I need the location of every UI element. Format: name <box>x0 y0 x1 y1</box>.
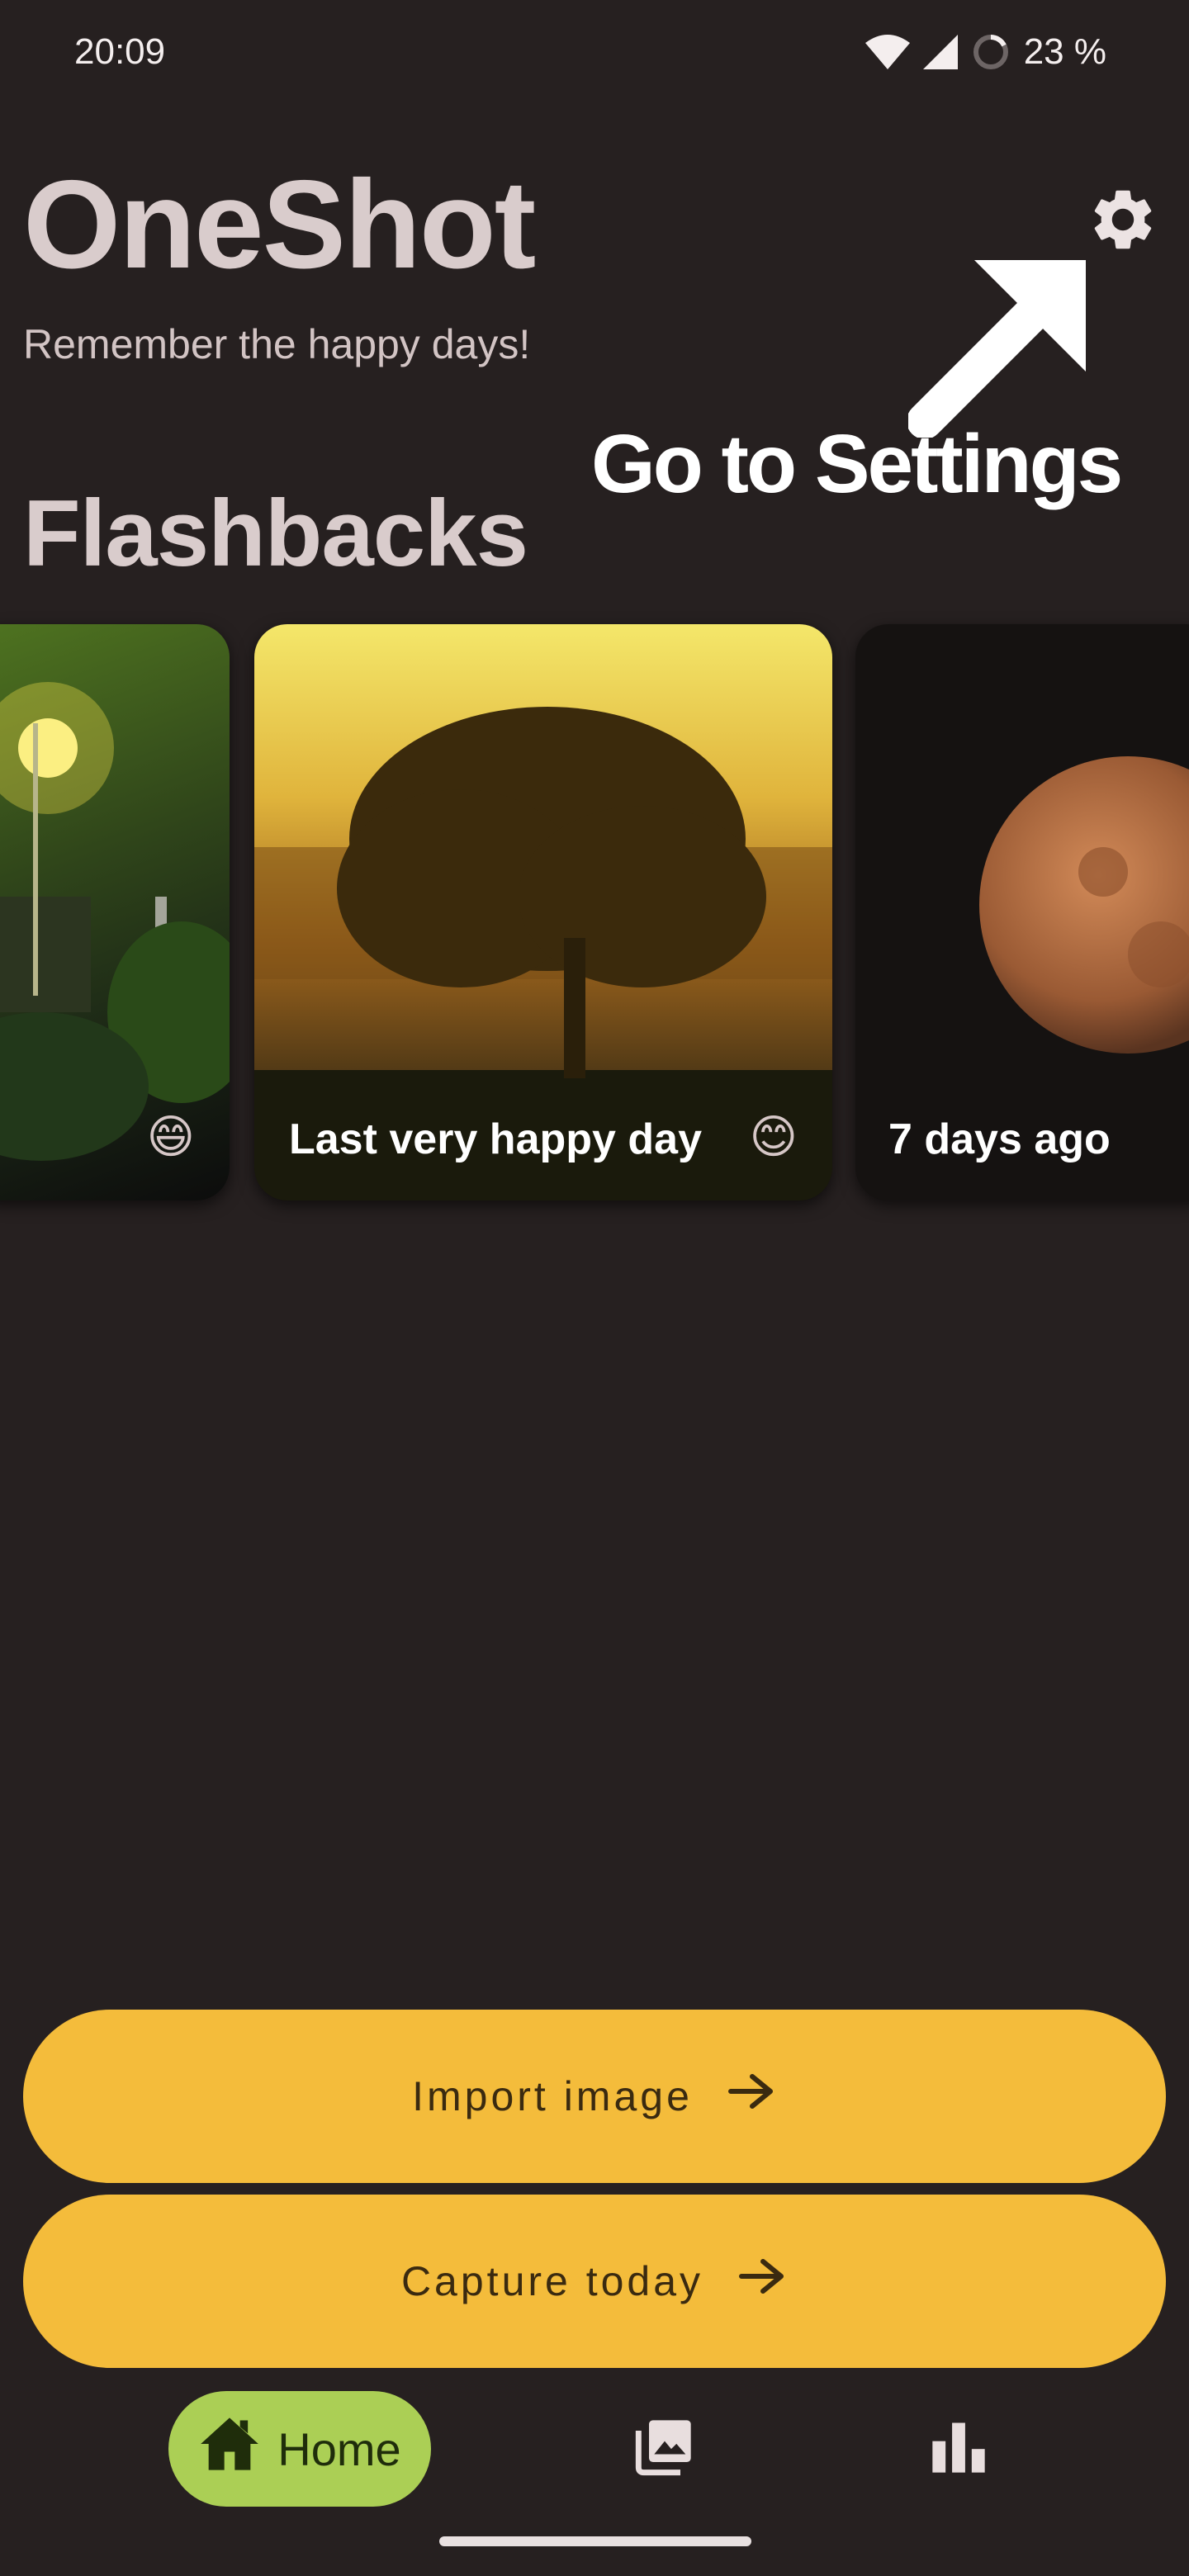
capture-today-button[interactable]: Capture today <box>23 2195 1166 2368</box>
section-title: Flashbacks <box>23 481 528 586</box>
battery-percentage: 23 % <box>1023 31 1106 72</box>
wifi-icon <box>865 35 910 69</box>
home-indicator[interactable] <box>439 2536 751 2546</box>
import-image-label: Import image <box>412 2073 693 2119</box>
arrow-right-icon <box>738 2256 788 2306</box>
nav-home[interactable]: Home <box>168 2391 431 2507</box>
card-label: 7 days ago <box>888 1115 1111 1163</box>
settings-hint: Go to Settings <box>591 418 1123 510</box>
capture-today-label: Capture today <box>400 2258 704 2304</box>
status-time: 20:09 <box>74 31 166 72</box>
app-title: OneShot <box>23 154 536 295</box>
card-photo <box>0 682 230 1161</box>
gallery-icon <box>633 2415 696 2482</box>
import-image-button[interactable]: Import image <box>23 2010 1166 2183</box>
flashback-card[interactable]: 😄 <box>0 624 230 1200</box>
status-icons: 23 % <box>865 31 1106 73</box>
flashback-card[interactable]: Last very happy day 😊 <box>254 624 832 1200</box>
nav-gallery[interactable] <box>628 2411 702 2485</box>
nav-statistics[interactable] <box>921 2411 996 2485</box>
cellular-signal-icon <box>922 35 958 69</box>
home-icon <box>198 2415 261 2484</box>
card-label: Last very happy day <box>289 1115 702 1163</box>
nav-home-label: Home <box>277 2422 401 2475</box>
flashback-card[interactable]: 7 days ago <box>855 624 1189 1200</box>
app-subtitle: Remember the happy days! <box>23 321 531 367</box>
card-emoji: 😊 <box>749 1110 798 1163</box>
battery-icon <box>971 32 1011 72</box>
bar-chart-icon <box>927 2415 990 2482</box>
overlay-arrow-icon <box>907 248 1098 442</box>
card-emoji: 😄 <box>146 1110 195 1163</box>
arrow-right-icon <box>727 2072 777 2121</box>
